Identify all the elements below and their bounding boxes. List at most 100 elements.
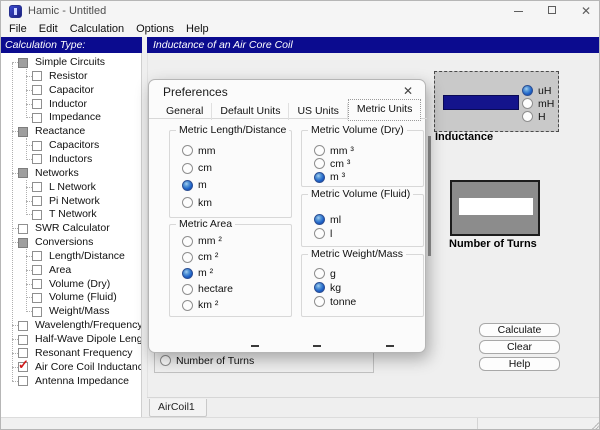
tree-checkbox[interactable] (32, 279, 42, 289)
tree-group-box[interactable] (18, 58, 28, 68)
tab-metric-units[interactable]: Metric Units (348, 99, 421, 121)
tree-checkbox[interactable] (32, 182, 42, 192)
tree-item-label[interactable]: Length/Distance (49, 250, 125, 264)
dialog-footer-mark[interactable] (386, 345, 394, 347)
clear-button[interactable]: Clear (479, 340, 560, 354)
radio-area-km[interactable] (182, 300, 193, 311)
tree-checkbox[interactable] (32, 251, 42, 261)
radio-row: cm ³ (314, 155, 350, 167)
maximize-button[interactable] (535, 1, 569, 22)
tree-group-box[interactable] (18, 127, 28, 137)
tree-item-label[interactable]: Conversions (35, 236, 93, 250)
radio-weight-g[interactable] (314, 268, 325, 279)
tree-item-label[interactable]: Simple Circuits (35, 56, 105, 70)
tree-item-label[interactable]: Air Core Coil Inductance (35, 361, 142, 375)
tree-checkbox[interactable]: ✓ (18, 362, 28, 372)
tree-item-label[interactable]: Antenna Impedance (35, 375, 129, 389)
tree-checkbox[interactable] (32, 265, 42, 275)
tree-checkbox[interactable] (32, 85, 42, 95)
tree-item-label[interactable]: Capacitors (49, 139, 99, 153)
radio-area-mm[interactable] (182, 236, 193, 247)
radio-weight-tonne[interactable] (314, 296, 325, 307)
tree-item-label[interactable]: Impedance (49, 111, 101, 125)
close-button[interactable]: ✕ (569, 1, 600, 22)
radio-length-km[interactable] (182, 197, 193, 208)
doc-tab-aircoil1[interactable]: AirCoil1 (149, 399, 207, 417)
radio-weight-kg[interactable] (314, 282, 325, 293)
radio-length-m[interactable] (182, 180, 193, 191)
tree-group-box[interactable] (18, 238, 28, 248)
radio-length-cm[interactable] (182, 163, 193, 174)
tab-general[interactable]: General (158, 103, 212, 120)
group-title: Metric Area (176, 218, 235, 230)
tree-checkbox[interactable] (32, 71, 42, 81)
tree-item-label[interactable]: Resistor (49, 70, 88, 84)
tree-item-label[interactable]: Half-Wave Dipole Length (35, 333, 142, 347)
menu-item-help[interactable]: Help (180, 22, 215, 37)
tab-default-units[interactable]: Default Units (212, 103, 289, 120)
tree-checkbox[interactable] (18, 335, 28, 345)
calculate-button[interactable]: Calculate (479, 323, 560, 337)
tree-checkbox[interactable] (32, 196, 42, 206)
unit-radio-row: uH (522, 82, 551, 94)
radio-row: tonne (314, 293, 356, 305)
radio-volume_fluid-l[interactable] (314, 228, 325, 239)
help-button[interactable]: Help (479, 357, 560, 371)
tree-checkbox[interactable] (32, 293, 42, 303)
vertical-scrollbar-thumb[interactable] (428, 136, 431, 256)
tab-us-units[interactable]: US Units (289, 103, 347, 120)
radio-area-cm[interactable] (182, 252, 193, 263)
menu-item-options[interactable]: Options (130, 22, 180, 37)
tree-item-label[interactable]: Reactance (35, 125, 85, 139)
number-of-turns-input[interactable] (459, 198, 533, 215)
tree-item-label[interactable]: Resonant Frequency (35, 347, 132, 361)
tree-checkbox[interactable] (32, 307, 42, 317)
menu-item-calculation[interactable]: Calculation (64, 22, 130, 37)
tree-item-label[interactable]: Weight/Mass (49, 305, 110, 319)
calculation-type-tree: Simple CircuitsResistorCapacitorInductor… (1, 53, 142, 417)
resize-grip-icon[interactable] (592, 422, 599, 429)
tree-checkbox[interactable] (32, 210, 42, 220)
tree-checkbox[interactable] (32, 154, 42, 164)
tree-row: Reactance (1, 125, 142, 139)
dialog-footer-mark[interactable] (313, 345, 321, 347)
tree-item-label[interactable]: Pi Network (49, 195, 100, 209)
tree-item-label[interactable]: Inductor (49, 98, 87, 112)
tree-checkbox[interactable] (32, 99, 42, 109)
tree-checkbox[interactable] (18, 224, 28, 234)
dialog-close-icon[interactable]: ✕ (403, 84, 413, 98)
tree-item-label[interactable]: T Network (49, 208, 97, 222)
tree-checkbox[interactable] (18, 376, 28, 386)
group-box-length: Metric Length/Distancemmcmmkm (169, 130, 292, 218)
unit-radio-row: mH (522, 95, 554, 107)
tree-item-label[interactable]: Volume (Dry) (49, 278, 110, 292)
minimize-button[interactable] (501, 1, 535, 22)
menu-item-edit[interactable]: Edit (33, 22, 64, 37)
tree-checkbox[interactable] (18, 321, 28, 331)
tree-row: Volume (Fluid) (1, 291, 142, 305)
radio-area-hectare[interactable] (182, 284, 193, 295)
tree-item-label[interactable]: L Network (49, 181, 96, 195)
tree-item-label[interactable]: Wavelength/Frequency (35, 319, 142, 333)
radio-volume_dry-m[interactable] (314, 172, 325, 183)
number-of-turns-radio-row[interactable]: Number of Turns (160, 352, 254, 364)
unit-radio-h[interactable] (522, 111, 533, 122)
radio-length-mm[interactable] (182, 145, 193, 156)
tree-item-label[interactable]: Volume (Fluid) (49, 291, 117, 305)
tree-checkbox[interactable] (32, 141, 42, 151)
radio-area-m[interactable] (182, 268, 193, 279)
radio-label: m ² (198, 267, 213, 279)
radio-label: mm (198, 145, 216, 157)
tree-item-label[interactable]: Capacitor (49, 84, 94, 98)
tree-item-label[interactable]: Networks (35, 167, 79, 181)
tree-item-label[interactable]: Inductors (49, 153, 92, 167)
tree-row: Volume (Dry) (1, 278, 142, 292)
radio-volume_fluid-ml[interactable] (314, 214, 325, 225)
tree-item-label[interactable]: SWR Calculator (35, 222, 110, 236)
tree-group-box[interactable] (18, 168, 28, 178)
dialog-footer-mark[interactable] (251, 345, 259, 347)
radio-row: m (182, 177, 207, 189)
menu-item-file[interactable]: File (3, 22, 33, 37)
tree-item-label[interactable]: Area (49, 264, 71, 278)
tree-checkbox[interactable] (32, 113, 42, 123)
